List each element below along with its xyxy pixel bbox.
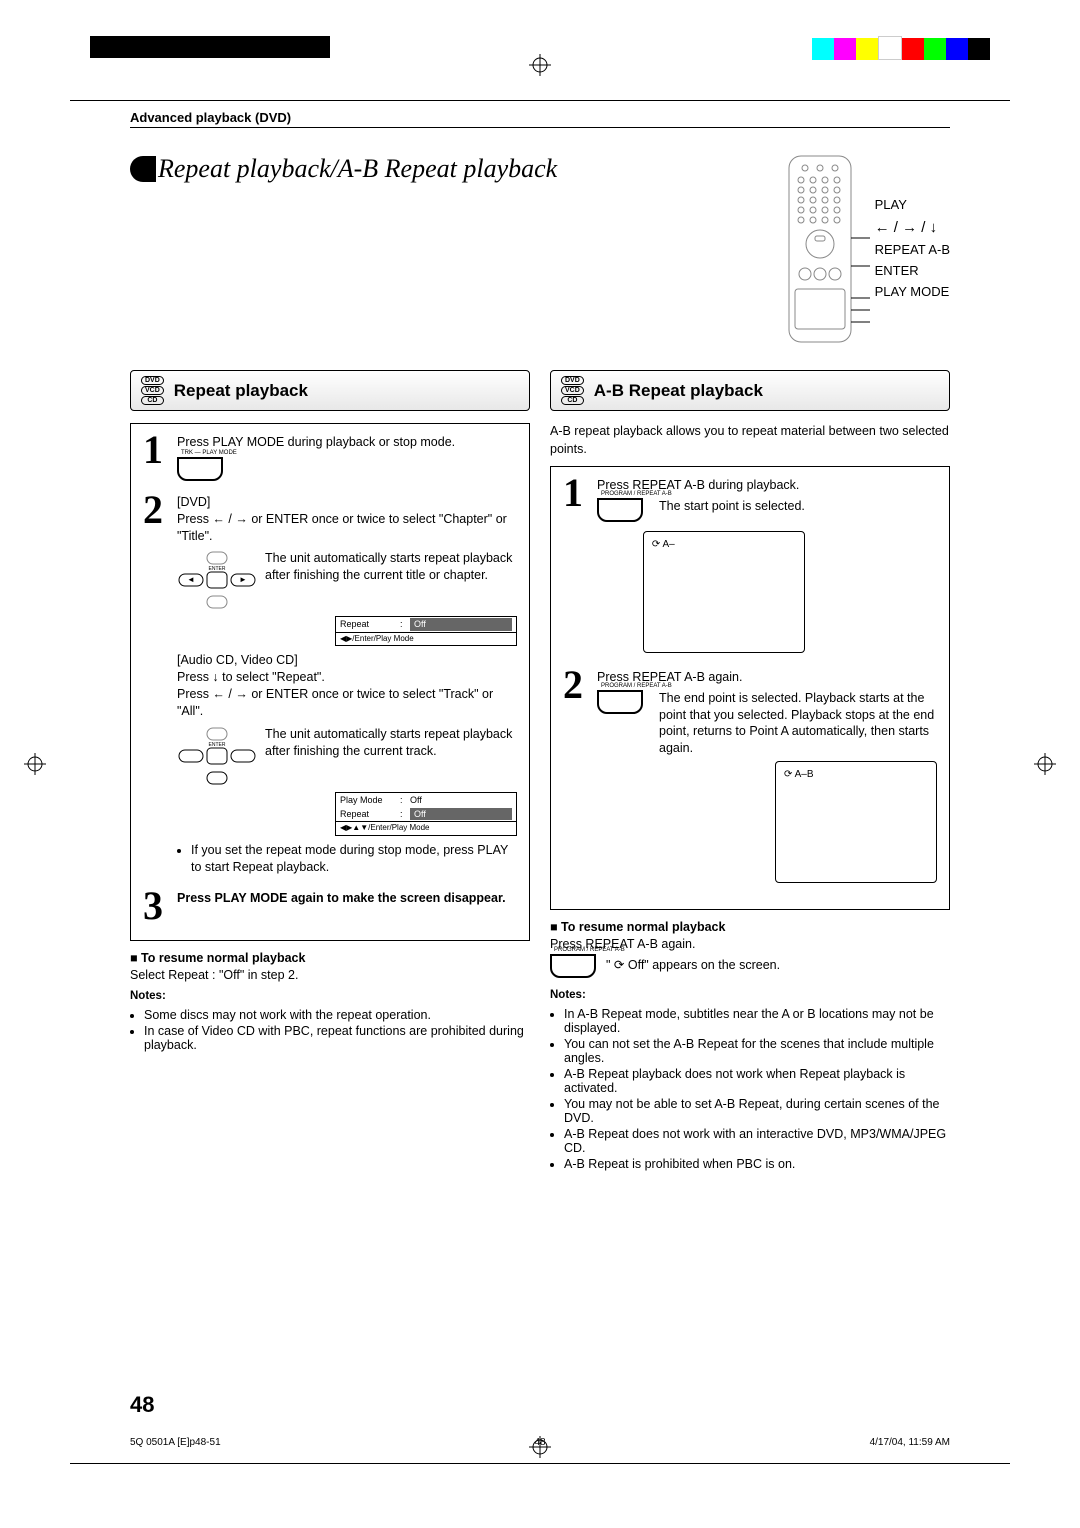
tv-icon: ⟳ A–B xyxy=(775,761,937,883)
page-title-text: Repeat playback/A-B Repeat playback xyxy=(156,154,557,184)
right-note: You can not set the A-B Repeat for the s… xyxy=(564,1037,950,1065)
svg-text:◄: ◄ xyxy=(187,575,195,584)
left-note: In case of Video CD with PBC, repeat fun… xyxy=(144,1024,530,1052)
svg-text:ENTER: ENTER xyxy=(209,566,226,572)
left-notes: Some discs may not work with the repeat … xyxy=(130,1008,530,1052)
label-play-mode: PLAY MODE xyxy=(875,282,950,303)
svg-text:ENTER: ENTER xyxy=(209,742,226,748)
right-resume-heading: To resume normal playback xyxy=(550,920,950,934)
right-note: A-B Repeat is prohibited when PBC is on. xyxy=(564,1157,950,1171)
cd-desc: The unit automatically starts repeat pla… xyxy=(265,726,517,786)
label-enter: ENTER xyxy=(875,261,950,282)
top-rule xyxy=(70,100,1010,101)
bottom-rule xyxy=(70,1463,1010,1464)
repeat-ab-button-icon: PROGRAM / REPEAT A-B xyxy=(597,690,643,714)
playmode-button-icon: TRK — PLAY MODE xyxy=(177,457,223,481)
step2-head: [DVD] xyxy=(177,494,517,511)
black-bar xyxy=(90,36,330,58)
left-column: DVD VCD CD Repeat playback 1 Press PLAY … xyxy=(130,370,530,1177)
disc-badge-icon: DVD VCD CD xyxy=(561,375,584,406)
ab-step2-desc: The end point is selected. Playback star… xyxy=(659,690,937,758)
left-steps-box: 1 Press PLAY MODE during playback or sto… xyxy=(130,423,530,941)
remote-icon xyxy=(785,154,855,344)
right-note: A-B Repeat does not work with an interac… xyxy=(564,1127,950,1155)
title-row: Repeat playback/A-B Repeat playback xyxy=(130,154,950,344)
osd-display-1: Repeat:Off ◀▶/Enter/Play Mode xyxy=(335,616,517,646)
cd-line1: Press ↓ to select "Repeat". xyxy=(177,669,517,686)
right-notes: In A-B Repeat mode, subtitles near the A… xyxy=(550,1007,950,1171)
left-resume-text: Select Repeat : "Off" in step 2. xyxy=(130,967,530,985)
register-mark-left xyxy=(24,753,46,775)
breadcrumb: Advanced playback (DVD) xyxy=(130,110,950,128)
left-notes-heading: Notes: xyxy=(130,990,530,1002)
enter-pad-icon: ENTER ◄ ► xyxy=(177,550,257,610)
title-cap-icon xyxy=(130,156,156,182)
right-note: In A-B Repeat mode, subtitles near the A… xyxy=(564,1007,950,1035)
section-ab-title: A-B Repeat playback xyxy=(594,381,763,401)
left-note: Some discs may not work with the repeat … xyxy=(144,1008,530,1022)
color-bar xyxy=(812,36,990,58)
osd-display-2: Play Mode:Off Repeat:Off ◀▶▲▼/Enter/Play… xyxy=(335,792,517,836)
footer-left: 5Q 0501A [E]p48-51 xyxy=(130,1437,221,1448)
remote-labels: PLAY ← / → / ↓ REPEAT A-B ENTER PLAY MOD… xyxy=(875,195,950,302)
badge-vcd: VCD xyxy=(141,386,164,395)
cd-line2: Press ← / → or ENTER once or twice to se… xyxy=(177,686,517,720)
disc-badge-icon: DVD VCD CD xyxy=(141,375,164,406)
badge-dvd: DVD xyxy=(141,376,164,385)
right-column: DVD VCD CD A-B Repeat playback A-B repea… xyxy=(550,370,950,1177)
left-bullet: If you set the repeat mode during stop m… xyxy=(191,842,517,876)
right-note: You may not be able to set A-B Repeat, d… xyxy=(564,1097,950,1125)
footer-right: 4/17/04, 11:59 AM xyxy=(870,1437,950,1448)
label-play: PLAY xyxy=(875,195,950,216)
right-resume-text: Press REPEAT A-B again. PROGRAM / REPEAT… xyxy=(550,936,950,983)
page-title: Repeat playback/A-B Repeat playback xyxy=(130,154,557,184)
columns: DVD VCD CD Repeat playback 1 Press PLAY … xyxy=(130,370,950,1177)
tv-icon: ⟳ A– xyxy=(643,531,805,653)
right-steps-box: 1 Press REPEAT A-B during playback. PROG… xyxy=(550,466,950,910)
content-area: Advanced playback (DVD) Repeat playback/… xyxy=(130,110,950,1177)
repeat-ab-button-icon: PROGRAM / REPEAT A-B xyxy=(550,954,596,978)
badge-dvd: DVD xyxy=(561,376,584,385)
svg-text:►: ► xyxy=(239,575,247,584)
ab-intro: A-B repeat playback allows you to repeat… xyxy=(550,423,950,458)
step3-text: Press PLAY MODE again to make the screen… xyxy=(177,890,506,922)
right-note: A-B Repeat playback does not work when R… xyxy=(564,1067,950,1095)
step2-bold: Press ← / → or ENTER once or twice to se… xyxy=(177,511,517,545)
enter-pad-icon-2: ENTER xyxy=(177,726,257,786)
register-mark-right xyxy=(1034,753,1056,775)
step-2: 2 [DVD] Press ← / → or ENTER once or twi… xyxy=(143,494,517,882)
section-repeat: DVD VCD CD Repeat playback xyxy=(130,370,530,411)
right-notes-heading: Notes: xyxy=(550,989,950,1001)
badge-vcd: VCD xyxy=(561,386,584,395)
section-ab-repeat: DVD VCD CD A-B Repeat playback xyxy=(550,370,950,411)
page-number: 48 xyxy=(130,1392,154,1418)
ab-step1-desc: The start point is selected. xyxy=(659,498,805,515)
badge-cd: CD xyxy=(561,396,584,405)
label-repeat-ab: REPEAT A-B xyxy=(875,240,950,261)
left-resume-heading: To resume normal playback xyxy=(130,951,530,965)
repeat-ab-button-icon: PROGRAM / REPEAT A-B xyxy=(597,498,643,522)
cd-head: [Audio CD, Video CD] xyxy=(177,652,517,669)
manual-page: Advanced playback (DVD) Repeat playback/… xyxy=(0,0,1080,1528)
footer-mid: 48 xyxy=(534,1437,545,1448)
remote-diagram: PLAY ← / → / ↓ REPEAT A-B ENTER PLAY MOD… xyxy=(785,154,950,344)
ab-step-1: 1 Press REPEAT A-B during playback. PROG… xyxy=(563,477,937,661)
step-1: 1 Press PLAY MODE during playback or sto… xyxy=(143,434,517,486)
ab-step-2: 2 Press REPEAT A-B again. PROGRAM / REPE… xyxy=(563,669,937,891)
section-repeat-title: Repeat playback xyxy=(174,381,308,401)
label-arrows: ← / → / ↓ xyxy=(875,216,950,240)
step2-desc: The unit automatically starts repeat pla… xyxy=(265,550,517,610)
step-3: 3 Press PLAY MODE again to make the scre… xyxy=(143,890,517,922)
badge-cd: CD xyxy=(141,396,164,405)
register-mark-top xyxy=(529,54,551,76)
